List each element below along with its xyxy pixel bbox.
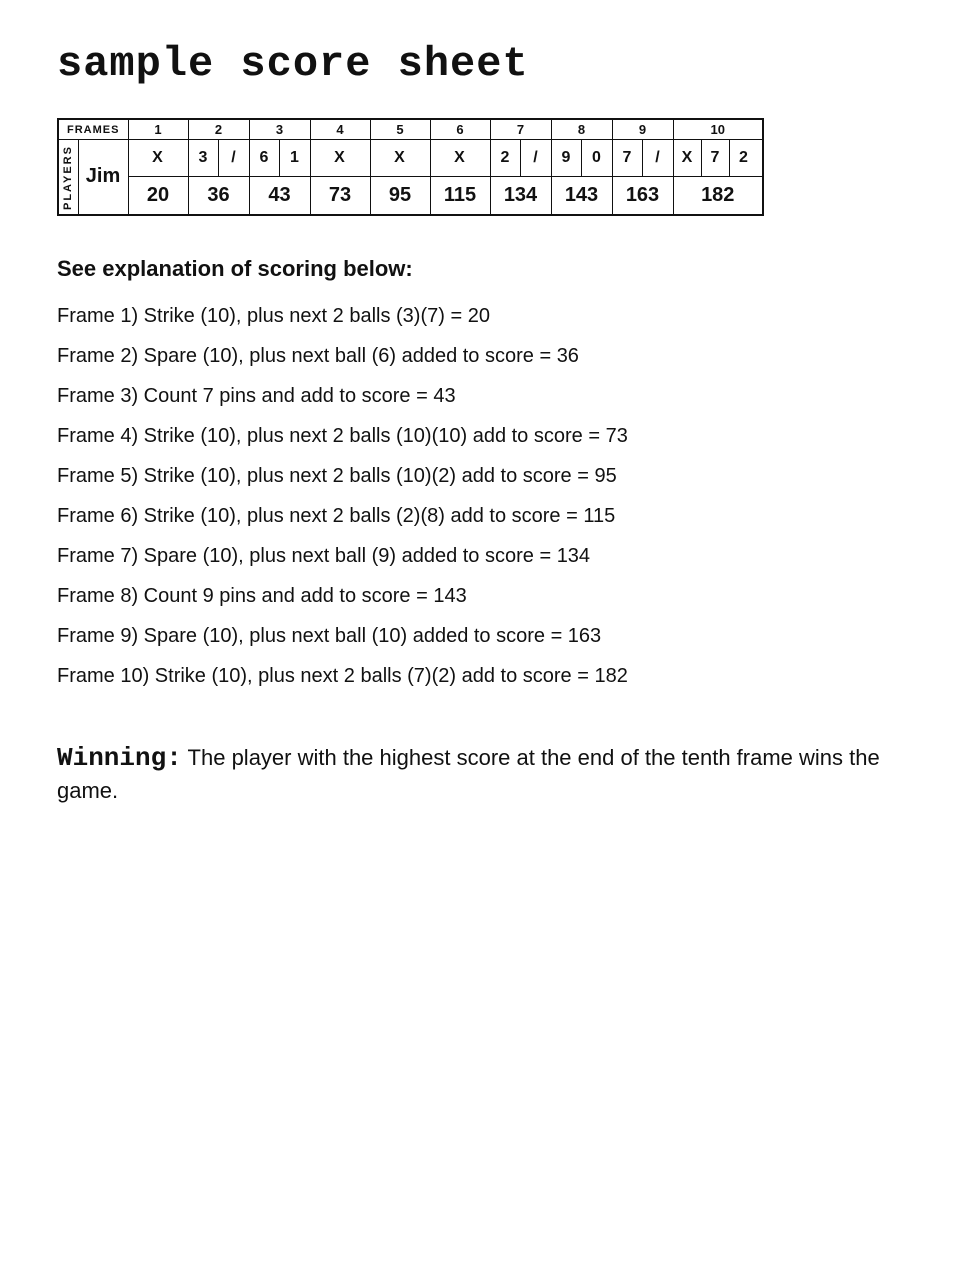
player-name: Jim	[78, 140, 128, 215]
frame-2-balls: 3/	[188, 140, 249, 177]
frame-9-ball-2: /	[643, 140, 673, 176]
frame-explanation-5: Frame 5) Strike (10), plus next 2 balls …	[57, 462, 897, 490]
frame-header-1: 1	[128, 119, 188, 140]
frames-header-row: FRAMES 12345678910	[58, 119, 763, 140]
frame-explanation-9: Frame 9) Spare (10), plus next ball (10)…	[57, 622, 897, 650]
frame-6-balls: X	[430, 140, 490, 177]
frame-2-score: 36	[188, 177, 249, 215]
frame-explanation-4: Frame 4) Strike (10), plus next 2 balls …	[57, 422, 897, 450]
explanation-heading: See explanation of scoring below:	[57, 256, 897, 282]
winning-label: Winning:	[57, 743, 182, 773]
frame-header-9: 9	[612, 119, 673, 140]
frame-4-ball-1: X	[311, 140, 369, 176]
page-title: sample score sheet	[57, 40, 897, 88]
frame-explanation-6: Frame 6) Strike (10), plus next 2 balls …	[57, 502, 897, 530]
frame-header-8: 8	[551, 119, 612, 140]
frame-5-ball-1: X	[371, 140, 429, 176]
players-label: PLAYERS	[58, 140, 78, 215]
frame-header-4: 4	[310, 119, 370, 140]
frame-9-score: 163	[612, 177, 673, 215]
frame-1-balls: X	[128, 140, 188, 177]
frame-6-score: 115	[430, 177, 490, 215]
frame-6-ball-1: X	[431, 140, 489, 176]
frame-7-ball-1: 2	[491, 140, 521, 176]
frame-explanations: Frame 1) Strike (10), plus next 2 balls …	[57, 302, 897, 690]
frame-header-5: 5	[370, 119, 430, 140]
frame-header-10: 10	[673, 119, 763, 140]
frame-header-6: 6	[430, 119, 490, 140]
explanation-section: See explanation of scoring below: Frame …	[57, 256, 897, 690]
frame-2-ball-2: /	[219, 140, 249, 176]
frame-2-ball-1: 3	[189, 140, 219, 176]
frame-10-ball-3: 2	[730, 140, 758, 176]
frame-explanation-1: Frame 1) Strike (10), plus next 2 balls …	[57, 302, 897, 330]
frame-8-ball-1: 9	[552, 140, 582, 176]
frame-10-balls: X72	[673, 140, 763, 177]
balls-row: PLAYERSJimX3/61XXX2/907/X72	[58, 140, 763, 177]
frame-explanation-10: Frame 10) Strike (10), plus next 2 balls…	[57, 662, 897, 690]
frame-header-2: 2	[188, 119, 249, 140]
frame-1-ball-1: X	[129, 140, 187, 176]
frame-5-score: 95	[370, 177, 430, 215]
score-table: FRAMES 12345678910 PLAYERSJimX3/61XXX2/9…	[57, 118, 764, 216]
scores-row: 2036437395115134143163182	[58, 177, 763, 215]
frame-7-ball-2: /	[521, 140, 551, 176]
frame-7-score: 134	[490, 177, 551, 215]
frame-9-ball-1: 7	[613, 140, 643, 176]
frame-1-score: 20	[128, 177, 188, 215]
frame-9-balls: 7/	[612, 140, 673, 177]
frame-4-balls: X	[310, 140, 370, 177]
frame-explanation-7: Frame 7) Spare (10), plus next ball (9) …	[57, 542, 897, 570]
frame-explanation-2: Frame 2) Spare (10), plus next ball (6) …	[57, 342, 897, 370]
frame-header-3: 3	[249, 119, 310, 140]
frame-3-balls: 61	[249, 140, 310, 177]
frame-5-balls: X	[370, 140, 430, 177]
winning-section: Winning: The player with the highest sco…	[57, 740, 897, 807]
frame-8-ball-2: 0	[582, 140, 612, 176]
frame-8-score: 143	[551, 177, 612, 215]
frame-explanation-3: Frame 3) Count 7 pins and add to score =…	[57, 382, 897, 410]
frames-label: FRAMES	[58, 119, 128, 140]
frame-8-balls: 90	[551, 140, 612, 177]
frame-3-score: 43	[249, 177, 310, 215]
frame-explanation-8: Frame 8) Count 9 pins and add to score =…	[57, 582, 897, 610]
frame-10-ball-2: 7	[702, 140, 730, 176]
frame-7-balls: 2/	[490, 140, 551, 177]
frame-10-score: 182	[673, 177, 763, 215]
frame-4-score: 73	[310, 177, 370, 215]
frame-header-7: 7	[490, 119, 551, 140]
frame-10-ball-1: X	[674, 140, 702, 176]
frame-3-ball-1: 6	[250, 140, 280, 176]
frame-3-ball-2: 1	[280, 140, 310, 176]
score-table-wrapper: FRAMES 12345678910 PLAYERSJimX3/61XXX2/9…	[57, 118, 897, 216]
